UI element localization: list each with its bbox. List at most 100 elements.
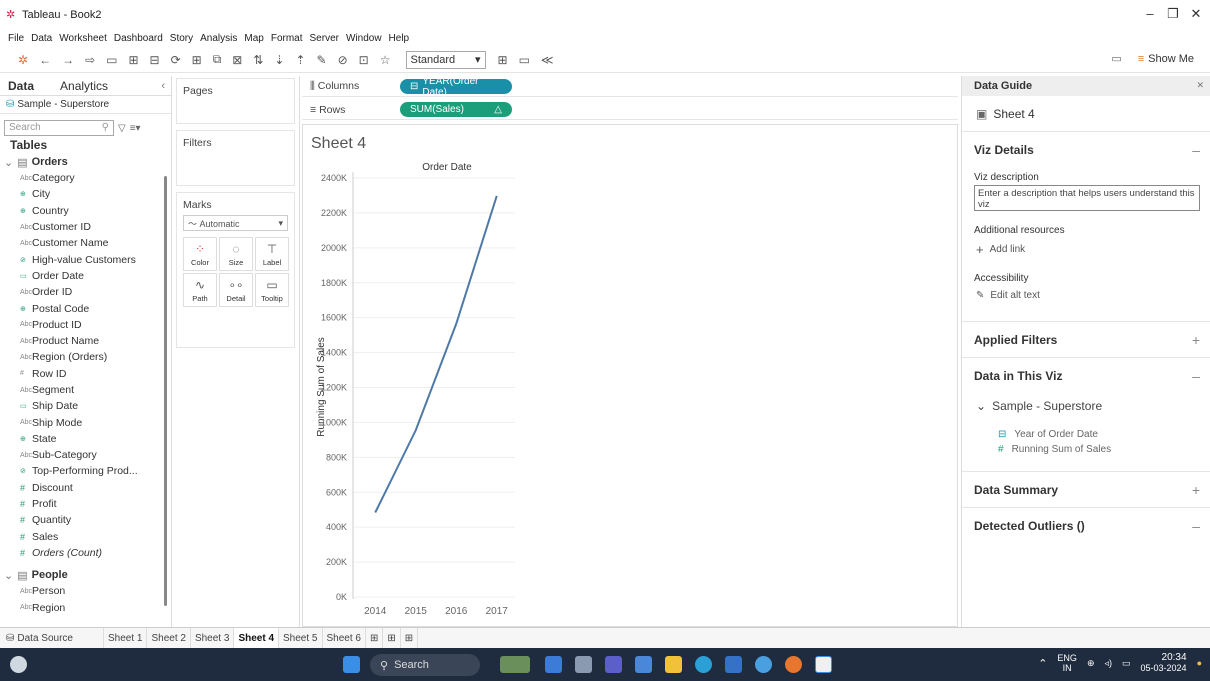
widgets-icon[interactable] bbox=[10, 656, 27, 673]
field-item[interactable]: ⊕ City bbox=[0, 186, 171, 202]
network-icon[interactable]: ⊕ bbox=[1087, 658, 1095, 669]
app-icon[interactable] bbox=[575, 656, 592, 673]
field-item[interactable]: Abc Person bbox=[0, 583, 171, 599]
teams-icon[interactable] bbox=[605, 656, 622, 673]
volume-icon[interactable]: ◃) bbox=[1104, 658, 1112, 669]
data-point[interactable] bbox=[495, 194, 499, 198]
show-cards-icon[interactable]: ⊞ bbox=[498, 53, 508, 67]
field-item[interactable]: ⊘ Top-Performing Prod... bbox=[0, 463, 171, 479]
field-item[interactable]: ⊕ Postal Code bbox=[0, 300, 171, 316]
swap-icon[interactable]: ⇅ bbox=[253, 53, 263, 67]
rows-shelf[interactable]: ≡ Rows SUM(Sales) △ bbox=[302, 100, 958, 120]
app-icon[interactable] bbox=[545, 656, 562, 673]
menu-server[interactable]: Server bbox=[310, 33, 339, 44]
edit-alt-text-button[interactable]: ✎ Edit alt text bbox=[962, 290, 1210, 321]
viz-details-section[interactable]: Viz Details – bbox=[962, 132, 1210, 168]
taskbar-search[interactable]: ⚲ Search bbox=[370, 654, 480, 676]
close-icon[interactable]: ✕ bbox=[1196, 80, 1204, 91]
search-input[interactable]: Search ⚲ bbox=[4, 120, 114, 136]
field-item[interactable]: ▭ Order Date bbox=[0, 268, 171, 284]
undo-icon[interactable]: ← bbox=[39, 53, 51, 67]
applied-filters-section[interactable]: Applied Filters + bbox=[962, 321, 1210, 357]
field-item[interactable]: ▭ Ship Date bbox=[0, 398, 171, 414]
new-worksheet-icon[interactable]: ⊞ bbox=[366, 627, 384, 649]
minimize-button[interactable]: – bbox=[1140, 6, 1160, 21]
field-item[interactable]: Abc Category bbox=[0, 170, 171, 186]
sheet-tab-5[interactable]: Sheet 5 bbox=[279, 627, 323, 649]
field-item[interactable]: Abc Customer Name bbox=[0, 235, 171, 251]
pages-card[interactable]: Pages bbox=[176, 78, 295, 124]
series-line[interactable] bbox=[374, 195, 498, 513]
field-item[interactable]: # Discount bbox=[0, 480, 171, 496]
field-item[interactable]: Abc Ship Mode bbox=[0, 414, 171, 430]
field-item[interactable]: Abc Customer ID bbox=[0, 219, 171, 235]
tableau-taskbar-icon[interactable] bbox=[815, 656, 832, 673]
pin-icon[interactable]: ☆ bbox=[380, 53, 391, 67]
columns-pill[interactable]: ⊟ YEAR(Order Date) bbox=[400, 76, 512, 98]
columns-shelf[interactable]: ⫼ Columns ⊟ YEAR(Order Date) bbox=[302, 76, 958, 98]
share-icon[interactable]: ≪ bbox=[541, 53, 554, 67]
filter-icon[interactable]: ▽ bbox=[118, 123, 126, 134]
notification-icon[interactable]: ● bbox=[1197, 658, 1202, 668]
menu-map[interactable]: Map bbox=[244, 33, 263, 44]
new-datasource-icon[interactable]: ⊞ bbox=[128, 53, 138, 67]
source-tree-item[interactable]: ⌄ Sample - Superstore bbox=[962, 399, 1210, 413]
app-icon[interactable] bbox=[755, 656, 772, 673]
tab-data[interactable]: Data bbox=[0, 79, 42, 93]
save-icon[interactable]: ▭ bbox=[106, 53, 117, 67]
marks-path-button[interactable]: ∿ Path bbox=[183, 273, 217, 307]
menu-help[interactable]: Help bbox=[389, 33, 410, 44]
chrome-icon[interactable] bbox=[785, 656, 802, 673]
line-chart[interactable]: Order Date Running Sum of Sales 0K200K40… bbox=[303, 125, 957, 626]
data-pane-scrollbar[interactable] bbox=[164, 176, 167, 606]
tableau-logo-icon[interactable]: ✲ bbox=[18, 53, 28, 67]
menu-data[interactable]: Data bbox=[31, 33, 52, 44]
menu-format[interactable]: Format bbox=[271, 33, 303, 44]
field-item[interactable]: # Sales bbox=[0, 529, 171, 545]
field-item[interactable]: Abc Sub-Category bbox=[0, 447, 171, 463]
sheet-tab-2[interactable]: Sheet 2 bbox=[147, 627, 191, 649]
field-item[interactable]: Abc Region bbox=[0, 599, 171, 615]
app-icon[interactable] bbox=[635, 656, 652, 673]
collapse-pane-icon[interactable]: ‹ bbox=[161, 80, 165, 92]
field-item[interactable]: # Profit bbox=[0, 496, 171, 512]
marks-size-button[interactable]: ◌ Size bbox=[219, 237, 253, 271]
marks-detail-button[interactable]: ∘∘ Detail bbox=[219, 273, 253, 307]
field-item[interactable]: # Row ID bbox=[0, 366, 171, 382]
sheet-tab-1[interactable]: Sheet 1 bbox=[104, 627, 148, 649]
highlight-icon[interactable]: ✎ bbox=[317, 53, 327, 67]
add-link-button[interactable]: + Add link bbox=[962, 242, 1210, 257]
marks-tooltip-button[interactable]: ▭ Tooltip bbox=[255, 273, 289, 307]
marks-color-button[interactable]: ⁘ Color bbox=[183, 237, 217, 271]
menu-window[interactable]: Window bbox=[346, 33, 382, 44]
battery-icon[interactable]: ▭ bbox=[1122, 658, 1131, 669]
field-item[interactable]: Abc Region (Orders) bbox=[0, 349, 171, 365]
group-icon[interactable]: ⊘ bbox=[338, 53, 348, 67]
replay-icon[interactable]: ⇨ bbox=[85, 53, 95, 67]
data-source-tab[interactable]: ⛁ Data Source bbox=[0, 627, 104, 649]
chevron-up-icon[interactable]: ⌃ bbox=[1038, 657, 1047, 670]
menu-analysis[interactable]: Analysis bbox=[200, 33, 237, 44]
field-item[interactable]: Abc Product ID bbox=[0, 317, 171, 333]
field-item[interactable]: ⊕ Country bbox=[0, 203, 171, 219]
menu-story[interactable]: Story bbox=[170, 33, 193, 44]
close-button[interactable]: ✕ bbox=[1186, 6, 1206, 22]
restore-button[interactable]: ❐ bbox=[1163, 6, 1183, 22]
detected-outliers-section[interactable]: Detected Outliers () – bbox=[962, 507, 1210, 543]
new-dashboard-icon[interactable]: ⊞ bbox=[383, 627, 401, 649]
weather-icon[interactable] bbox=[500, 656, 530, 673]
sort-desc-icon[interactable]: ⇡ bbox=[295, 53, 305, 67]
mark-type-select[interactable]: 〜 Automatic ▾ bbox=[183, 215, 288, 231]
field-item[interactable]: Abc Segment bbox=[0, 382, 171, 398]
sort-asc-icon[interactable]: ⇣ bbox=[274, 53, 284, 67]
field-item[interactable]: # Orders (Count) bbox=[0, 545, 171, 561]
show-me-button[interactable]: ▭ ≡ Show Me bbox=[1111, 52, 1194, 66]
field-item[interactable]: ⊕ State bbox=[0, 431, 171, 447]
data-point[interactable] bbox=[373, 511, 377, 515]
pause-updates-icon[interactable]: ⊟ bbox=[150, 53, 160, 67]
file-explorer-icon[interactable] bbox=[665, 656, 682, 673]
viz-description-field[interactable]: Enter a description that helps users und… bbox=[974, 185, 1200, 211]
marks-label-button[interactable]: ⊤ Label bbox=[255, 237, 289, 271]
clear-sheet-icon[interactable]: ⊠ bbox=[232, 53, 242, 67]
data-summary-section[interactable]: Data Summary + bbox=[962, 471, 1210, 507]
